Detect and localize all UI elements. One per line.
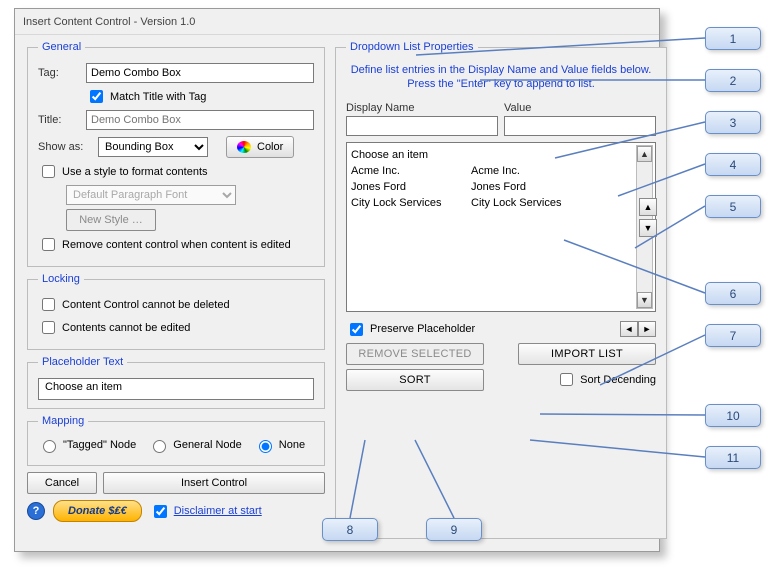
sort-desc-checkbox[interactable]: Sort Decending xyxy=(556,370,656,389)
left-column: General Tag: Match Title with Tag Title: xyxy=(27,41,325,522)
general-legend: General xyxy=(38,41,85,53)
sort-desc-checkbox-input[interactable] xyxy=(560,373,573,386)
callout-2: 2 xyxy=(705,69,761,92)
placeholder-legend: Placeholder Text xyxy=(38,356,127,368)
match-title-label: Match Title with Tag xyxy=(110,91,206,103)
cannot-delete-checkbox[interactable]: Content Control cannot be deleted xyxy=(38,295,230,314)
callout-5: 5 xyxy=(705,195,761,218)
callout-9: 9 xyxy=(426,518,482,541)
callout-1: 1 xyxy=(705,27,761,50)
insert-control-button[interactable]: Insert Control xyxy=(103,472,325,494)
list-item[interactable]: Choose an item xyxy=(351,147,633,163)
right-column: Dropdown List Properties Define list ent… xyxy=(335,41,645,539)
list-item[interactable]: City Lock ServicesCity Lock Services xyxy=(351,195,633,211)
usestyle-checkbox-input[interactable] xyxy=(42,165,55,178)
match-title-checkbox-input[interactable] xyxy=(90,90,103,103)
donate-button[interactable]: Donate $₤€ xyxy=(53,500,142,522)
disclaimer-checkbox[interactable]: Disclaimer at start xyxy=(150,502,262,521)
import-list-button[interactable]: IMPORT LIST xyxy=(518,343,656,365)
callout-11: 11 xyxy=(705,446,761,469)
mapping-group: Mapping "Tagged" Node General Node None xyxy=(27,415,325,466)
cannot-delete-checkbox-input[interactable] xyxy=(42,298,55,311)
sort-button[interactable]: SORT xyxy=(346,369,484,391)
move-down-button[interactable]: ▼ xyxy=(639,219,657,237)
color-label: Color xyxy=(257,141,283,153)
mapping-tagged-radio[interactable]: "Tagged" Node xyxy=(38,437,136,453)
dropdown-instructions: Define list entries in the Display Name … xyxy=(346,63,656,92)
new-style-button: New Style … xyxy=(66,209,156,231)
locking-group: Locking Content Control cannot be delete… xyxy=(27,273,325,350)
showas-select[interactable]: Bounding Box xyxy=(98,137,208,157)
preserve-placeholder-checkbox-input[interactable] xyxy=(350,323,363,336)
title-label: Title: xyxy=(38,114,82,126)
dropdown-group: Dropdown List Properties Define list ent… xyxy=(335,41,667,539)
mapping-none-radio[interactable]: None xyxy=(254,437,305,453)
displayname-input[interactable] xyxy=(346,116,498,136)
style-select: Default Paragraph Font xyxy=(66,185,236,205)
placeholder-group: Placeholder Text Choose an item xyxy=(27,356,325,409)
mapping-legend: Mapping xyxy=(38,415,88,427)
palette-icon xyxy=(237,141,251,153)
value-input[interactable] xyxy=(504,116,656,136)
remove-on-edit-label: Remove content control when content is e… xyxy=(62,239,291,251)
callout-10: 10 xyxy=(705,404,761,427)
color-button[interactable]: Color xyxy=(226,136,294,158)
step-right-icon[interactable]: ► xyxy=(638,321,656,337)
step-left-icon[interactable]: ◄ xyxy=(620,321,638,337)
title-input[interactable] xyxy=(86,110,314,130)
list-item[interactable]: Jones FordJones Ford xyxy=(351,179,633,195)
list-item[interactable]: Acme Inc.Acme Inc. xyxy=(351,163,633,179)
remove-on-edit-checkbox[interactable]: Remove content control when content is e… xyxy=(38,235,291,254)
tag-input[interactable] xyxy=(86,63,314,83)
entries-listbox[interactable]: Choose an itemAcme Inc.Acme Inc.Jones Fo… xyxy=(346,142,656,312)
displayname-header: Display Name xyxy=(346,102,498,114)
callout-3: 3 xyxy=(705,111,761,134)
move-up-button[interactable]: ▲ xyxy=(639,198,657,216)
callout-6: 6 xyxy=(705,282,761,305)
callout-8: 8 xyxy=(322,518,378,541)
help-icon[interactable]: ? xyxy=(27,502,45,520)
remove-selected-button: REMOVE SELECTED xyxy=(346,343,484,365)
tag-label: Tag: xyxy=(38,67,82,79)
dropdown-legend: Dropdown List Properties xyxy=(346,41,478,53)
disclaimer-checkbox-input[interactable] xyxy=(154,505,167,518)
showas-label: Show as: xyxy=(38,141,94,153)
scroll-down-icon[interactable]: ▼ xyxy=(637,292,652,308)
mapping-general-radio[interactable]: General Node xyxy=(148,437,242,453)
cannot-edit-checkbox[interactable]: Contents cannot be edited xyxy=(38,318,190,337)
value-header: Value xyxy=(504,102,656,114)
general-group: General Tag: Match Title with Tag Title: xyxy=(27,41,325,267)
window-title: Insert Content Control - Version 1.0 xyxy=(15,9,659,35)
disclaimer-label: Disclaimer at start xyxy=(174,505,262,517)
usestyle-checkbox[interactable]: Use a style to format contents xyxy=(38,162,208,181)
column-stepper[interactable]: ◄ ► xyxy=(620,321,656,337)
scroll-up-icon[interactable]: ▲ xyxy=(637,146,652,162)
placeholder-text[interactable]: Choose an item xyxy=(38,378,314,400)
cannot-edit-checkbox-input[interactable] xyxy=(42,321,55,334)
locking-legend: Locking xyxy=(38,273,84,285)
callout-7: 7 xyxy=(705,324,761,347)
usestyle-label: Use a style to format contents xyxy=(62,166,208,178)
dialog-window: Insert Content Control - Version 1.0 Gen… xyxy=(14,8,660,552)
remove-on-edit-checkbox-input[interactable] xyxy=(42,238,55,251)
cancel-button[interactable]: Cancel xyxy=(27,472,97,494)
callout-4: 4 xyxy=(705,153,761,176)
preserve-placeholder-checkbox[interactable]: Preserve Placeholder xyxy=(346,320,475,339)
match-title-checkbox[interactable]: Match Title with Tag xyxy=(86,87,206,106)
